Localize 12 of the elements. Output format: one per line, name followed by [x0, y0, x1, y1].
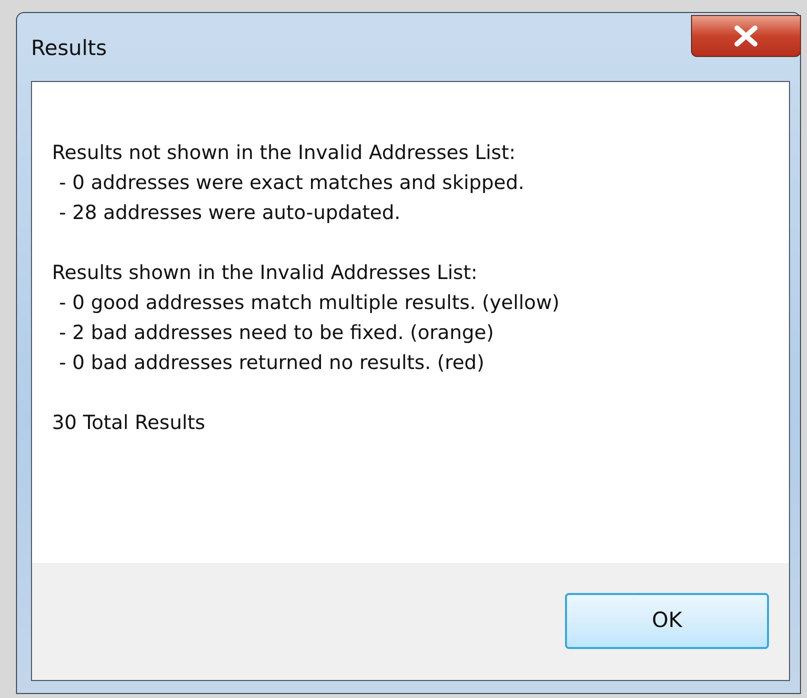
- result-line: - 0 good addresses match multiple results. (yellow): [58, 290, 560, 316]
- result-line: - 28 addresses were auto-updated.: [58, 200, 401, 226]
- close-icon: [733, 25, 759, 47]
- section-heading: Results shown in the Invalid Addresses List:: [52, 260, 478, 286]
- result-line: - 2 bad addresses need to be fixed. (orange): [58, 320, 494, 346]
- result-line: - 0 bad addresses returned no results. (red): [58, 350, 484, 376]
- close-button[interactable]: [691, 15, 801, 57]
- total-results: 30 Total Results: [52, 410, 206, 436]
- result-line: - 0 addresses were exact matches and skipped.: [58, 170, 524, 196]
- section-heading: Results not shown in the Invalid Addresses List:: [52, 140, 516, 166]
- ok-button[interactable]: OK: [565, 593, 769, 649]
- window-title: Results: [31, 35, 107, 62]
